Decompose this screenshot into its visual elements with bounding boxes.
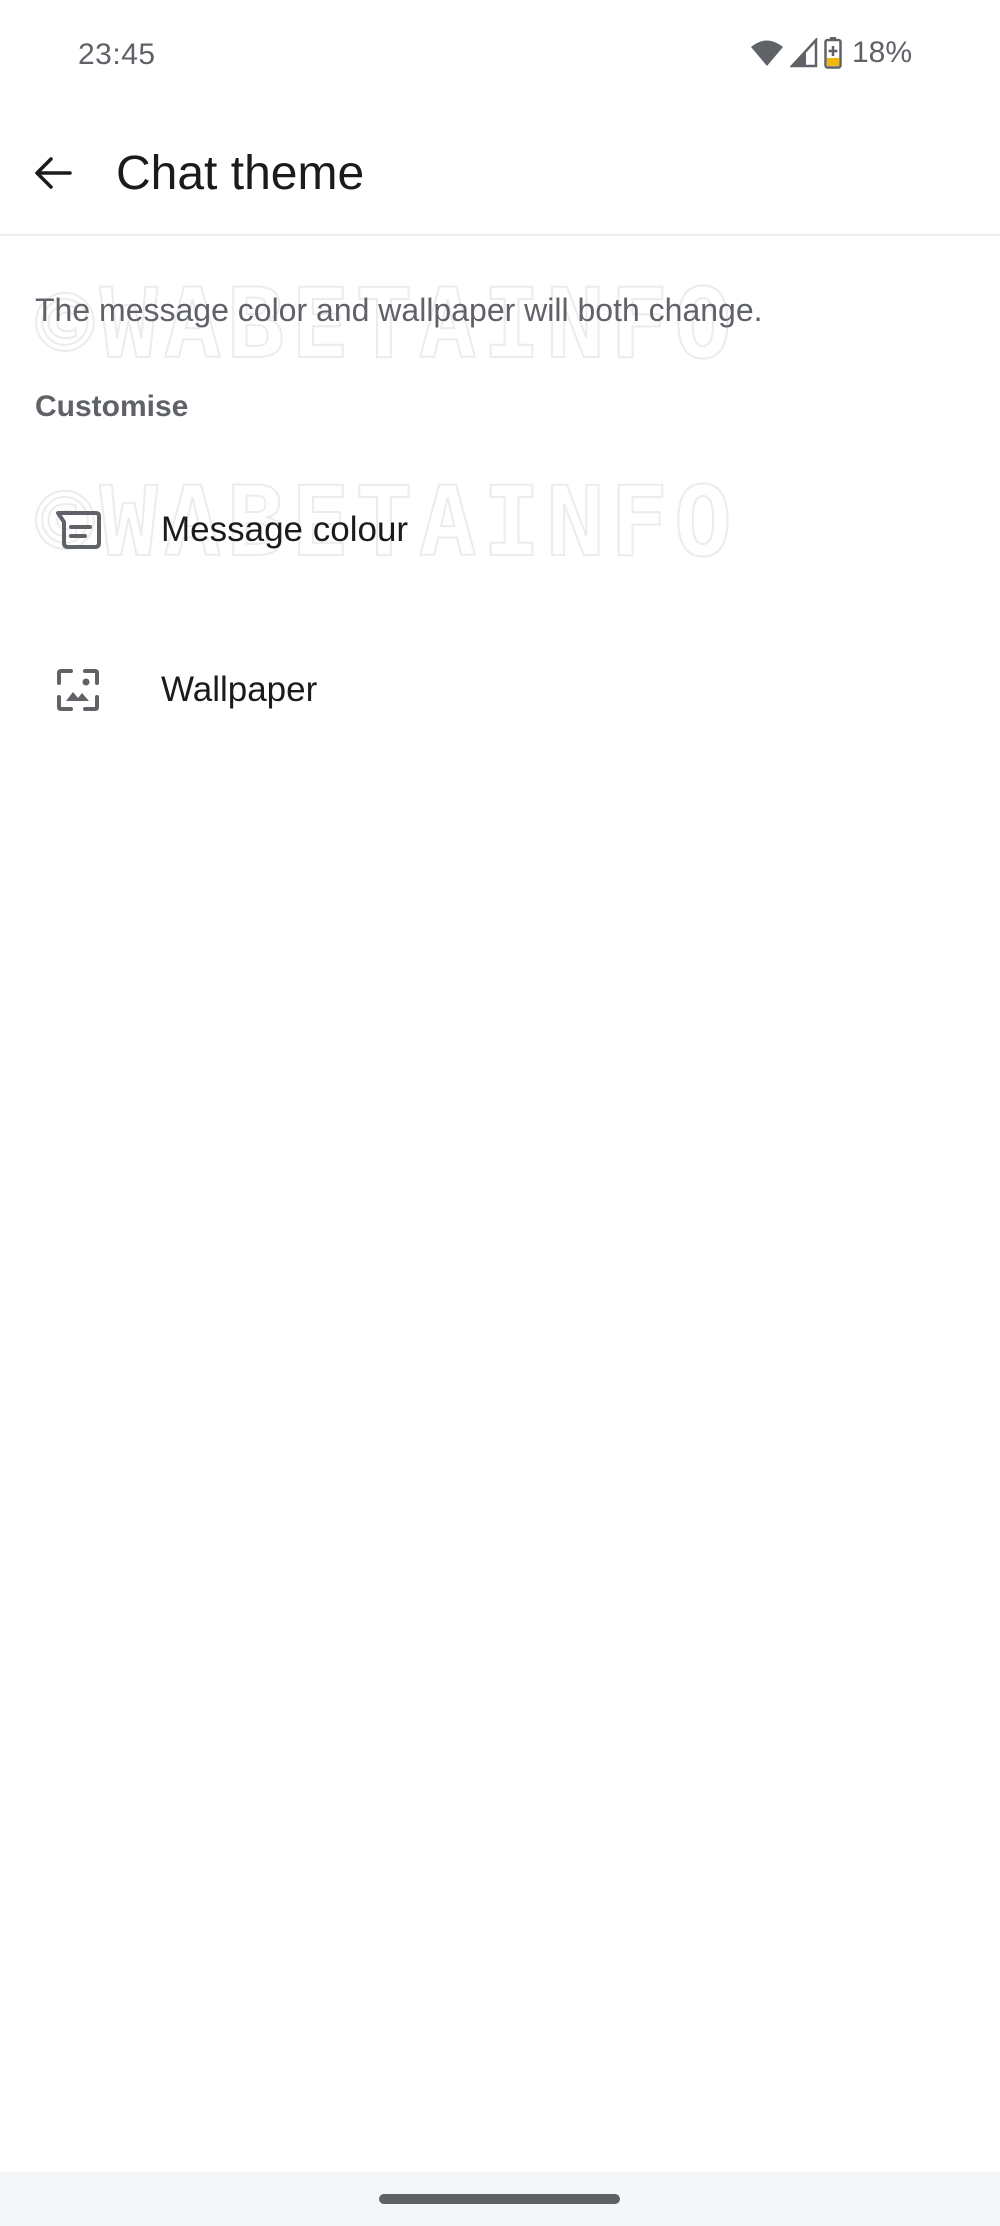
battery-charging-icon bbox=[824, 37, 842, 69]
list-item-label: Message colour bbox=[161, 510, 409, 549]
status-time: 23:45 bbox=[78, 38, 156, 71]
arrow-left-icon bbox=[34, 156, 72, 195]
description-text: The message color and wallpaper will bot… bbox=[35, 292, 763, 328]
list-item-message-colour[interactable]: Message colour bbox=[0, 455, 1000, 605]
home-gesture-handle[interactable] bbox=[379, 2194, 620, 2204]
list-item-wallpaper[interactable]: Wallpaper bbox=[0, 615, 1000, 765]
wifi-icon bbox=[750, 38, 784, 68]
wallpaper-image-icon bbox=[54, 666, 102, 714]
navigation-bar bbox=[0, 2172, 1000, 2226]
section-header-customise: Customise bbox=[35, 390, 189, 423]
battery-percent: 18% bbox=[851, 36, 912, 69]
message-bubble-icon bbox=[54, 506, 102, 554]
status-bar: 23:45 18% bbox=[0, 0, 1000, 100]
app-bar: Chat theme bbox=[0, 100, 1000, 236]
cell-signal-icon bbox=[789, 38, 818, 68]
back-button[interactable] bbox=[22, 144, 84, 206]
status-icons: 18% bbox=[750, 36, 912, 70]
list-item-label: Wallpaper bbox=[161, 670, 318, 709]
page-title: Chat theme bbox=[116, 147, 365, 200]
